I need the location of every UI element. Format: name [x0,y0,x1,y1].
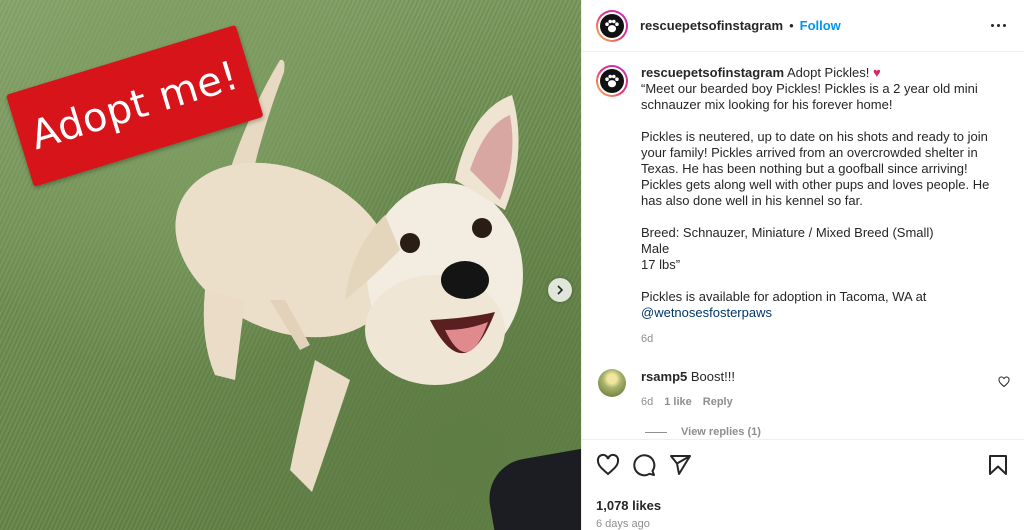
more-options-icon[interactable] [987,20,1010,31]
separator: • [789,18,794,33]
post-date: 6 days ago [596,518,650,530]
view-replies-button[interactable]: View replies (1) [645,426,1010,438]
commenter-username[interactable]: rsamp5 [641,369,687,384]
post-panel: rescuepetsofinstagram • Follow rescuepet… [581,0,1024,530]
caption-paragraph-1: “Meet our bearded boy Pickles! Pickles i… [641,81,978,112]
comment-icon[interactable] [632,453,656,477]
caption: rescuepetsofinstagram Adopt Pickles! ♥ “… [596,65,1010,347]
caption-sex: Male [641,241,670,256]
paw-icon [605,19,619,32]
comment-time: 6d [641,396,654,408]
caption-availability: Pickles is available for adoption in Tac… [641,289,927,304]
mention-link[interactable]: @wetnosesfosterpaws [641,305,772,320]
heart-emoji: ♥ [872,65,881,80]
paw-icon [605,74,619,88]
bookmark-icon[interactable] [986,453,1010,477]
likes-count[interactable]: 1,078 likes [596,498,1010,513]
carousel-next-button[interactable] [548,278,572,302]
view-replies-label: View replies (1) [681,426,761,438]
caption-paragraph-2: Pickles is neutered, up to date on his s… [641,129,990,208]
comment-text: Boost!!! [690,369,735,384]
caption-breed: Breed: Schnauzer, Miniature / Mixed Bree… [641,225,934,240]
reply-button[interactable]: Reply [703,396,733,408]
author-avatar[interactable] [596,9,628,42]
caption-title: Adopt Pickles! [786,65,870,80]
follow-button[interactable]: Follow [800,18,841,33]
caption-time: 6d [641,333,654,345]
comment-likes[interactable]: 1 like [664,396,692,408]
author-username[interactable]: rescuepetsofinstagram [640,18,783,33]
post-header: rescuepetsofinstagram • Follow [582,0,1024,52]
caption-username[interactable]: rescuepetsofinstagram [641,65,784,80]
commenter-avatar[interactable] [598,369,626,397]
caption-weight: 17 lbs” [641,257,681,272]
chevron-right-icon [557,285,564,295]
comments-section[interactable]: rescuepetsofinstagram Adopt Pickles! ♥ “… [582,53,1024,439]
replies-line [645,431,667,433]
heart-icon[interactable] [596,453,620,477]
share-icon[interactable] [668,453,692,477]
caption-avatar[interactable] [596,65,628,97]
actions-bar: 1,078 likes 6 days ago [582,439,1024,530]
comment-item: rsamp5 Boost!!! 6d 1 like Reply [596,369,1010,408]
comment-like-icon[interactable] [998,375,1010,393]
post-image[interactable]: Adopt me! [0,0,581,530]
